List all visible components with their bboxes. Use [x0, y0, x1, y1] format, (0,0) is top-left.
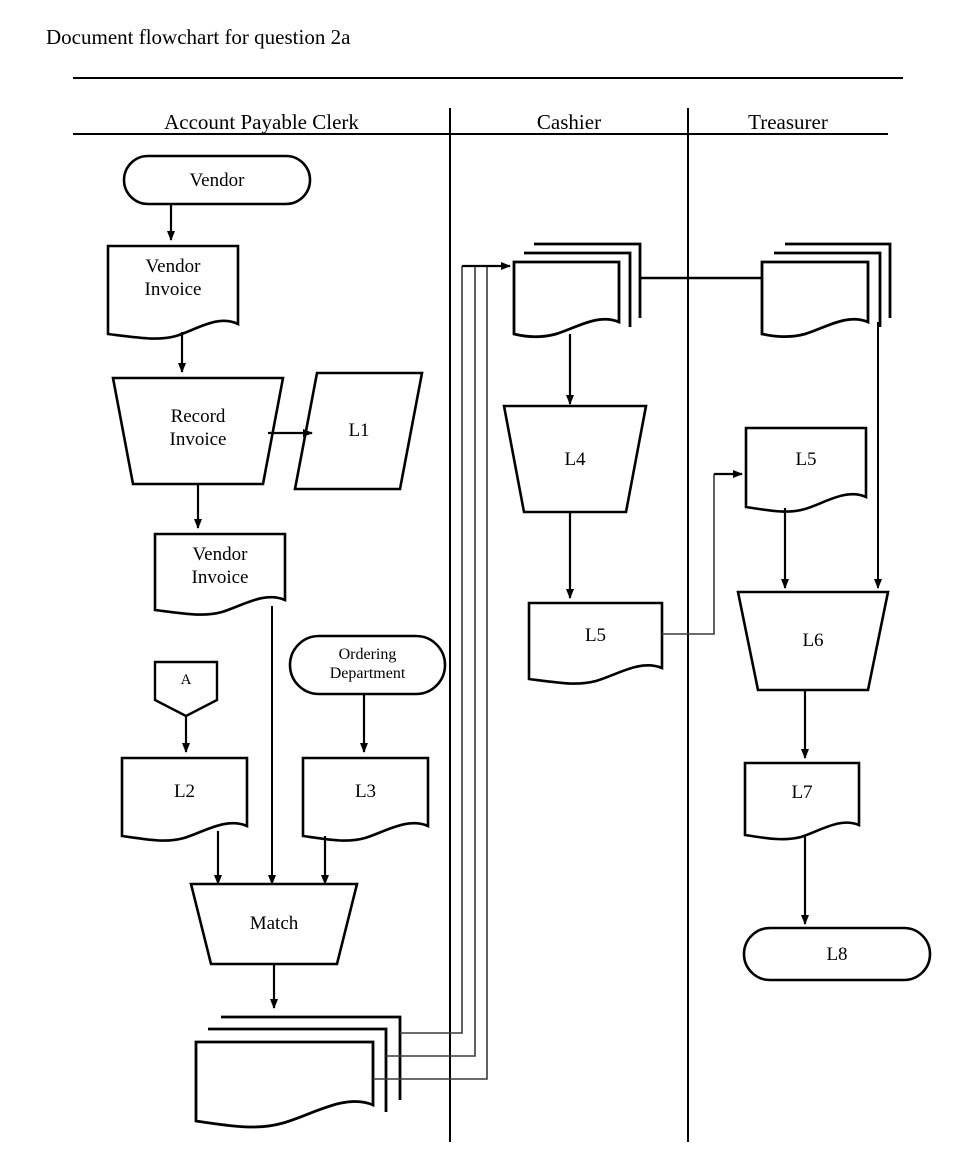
- flowchart-canvas: [73, 77, 932, 1142]
- node-treasurer-docs-sheet2: [774, 251, 882, 327]
- node-l3: [301, 756, 430, 842]
- node-l4: [502, 404, 648, 514]
- node-cashier-docs-sheet3: [534, 242, 642, 318]
- node-treasurer-docs-sheet1: [760, 260, 870, 339]
- node-cashier-docs-sheet2: [524, 251, 632, 327]
- route-line-1: [400, 266, 463, 1034]
- node-match: [189, 882, 359, 966]
- node-cashier-docs-sheet1: [512, 260, 621, 339]
- node-l2: [120, 756, 249, 842]
- node-vendor: [122, 154, 312, 206]
- node-treasurer-docs-sheet3: [785, 242, 892, 318]
- node-l5-treasurer: [744, 426, 868, 513]
- node-l5-cashier: [527, 601, 664, 685]
- node-vendor-invoice-1: [106, 244, 240, 340]
- node-matched-docs-sheet1: [194, 1040, 375, 1129]
- node-ordering-department: [288, 634, 447, 696]
- node-record-invoice: [111, 376, 285, 486]
- route-line-3: [373, 266, 488, 1080]
- routing-clerk-to-cashier: [373, 266, 488, 1080]
- node-connector-a: [153, 660, 219, 718]
- node-l1: [293, 371, 424, 491]
- node-l8: [742, 926, 932, 982]
- node-l6: [736, 590, 890, 692]
- node-vendor-invoice-2: [153, 532, 287, 616]
- node-l7: [743, 761, 861, 841]
